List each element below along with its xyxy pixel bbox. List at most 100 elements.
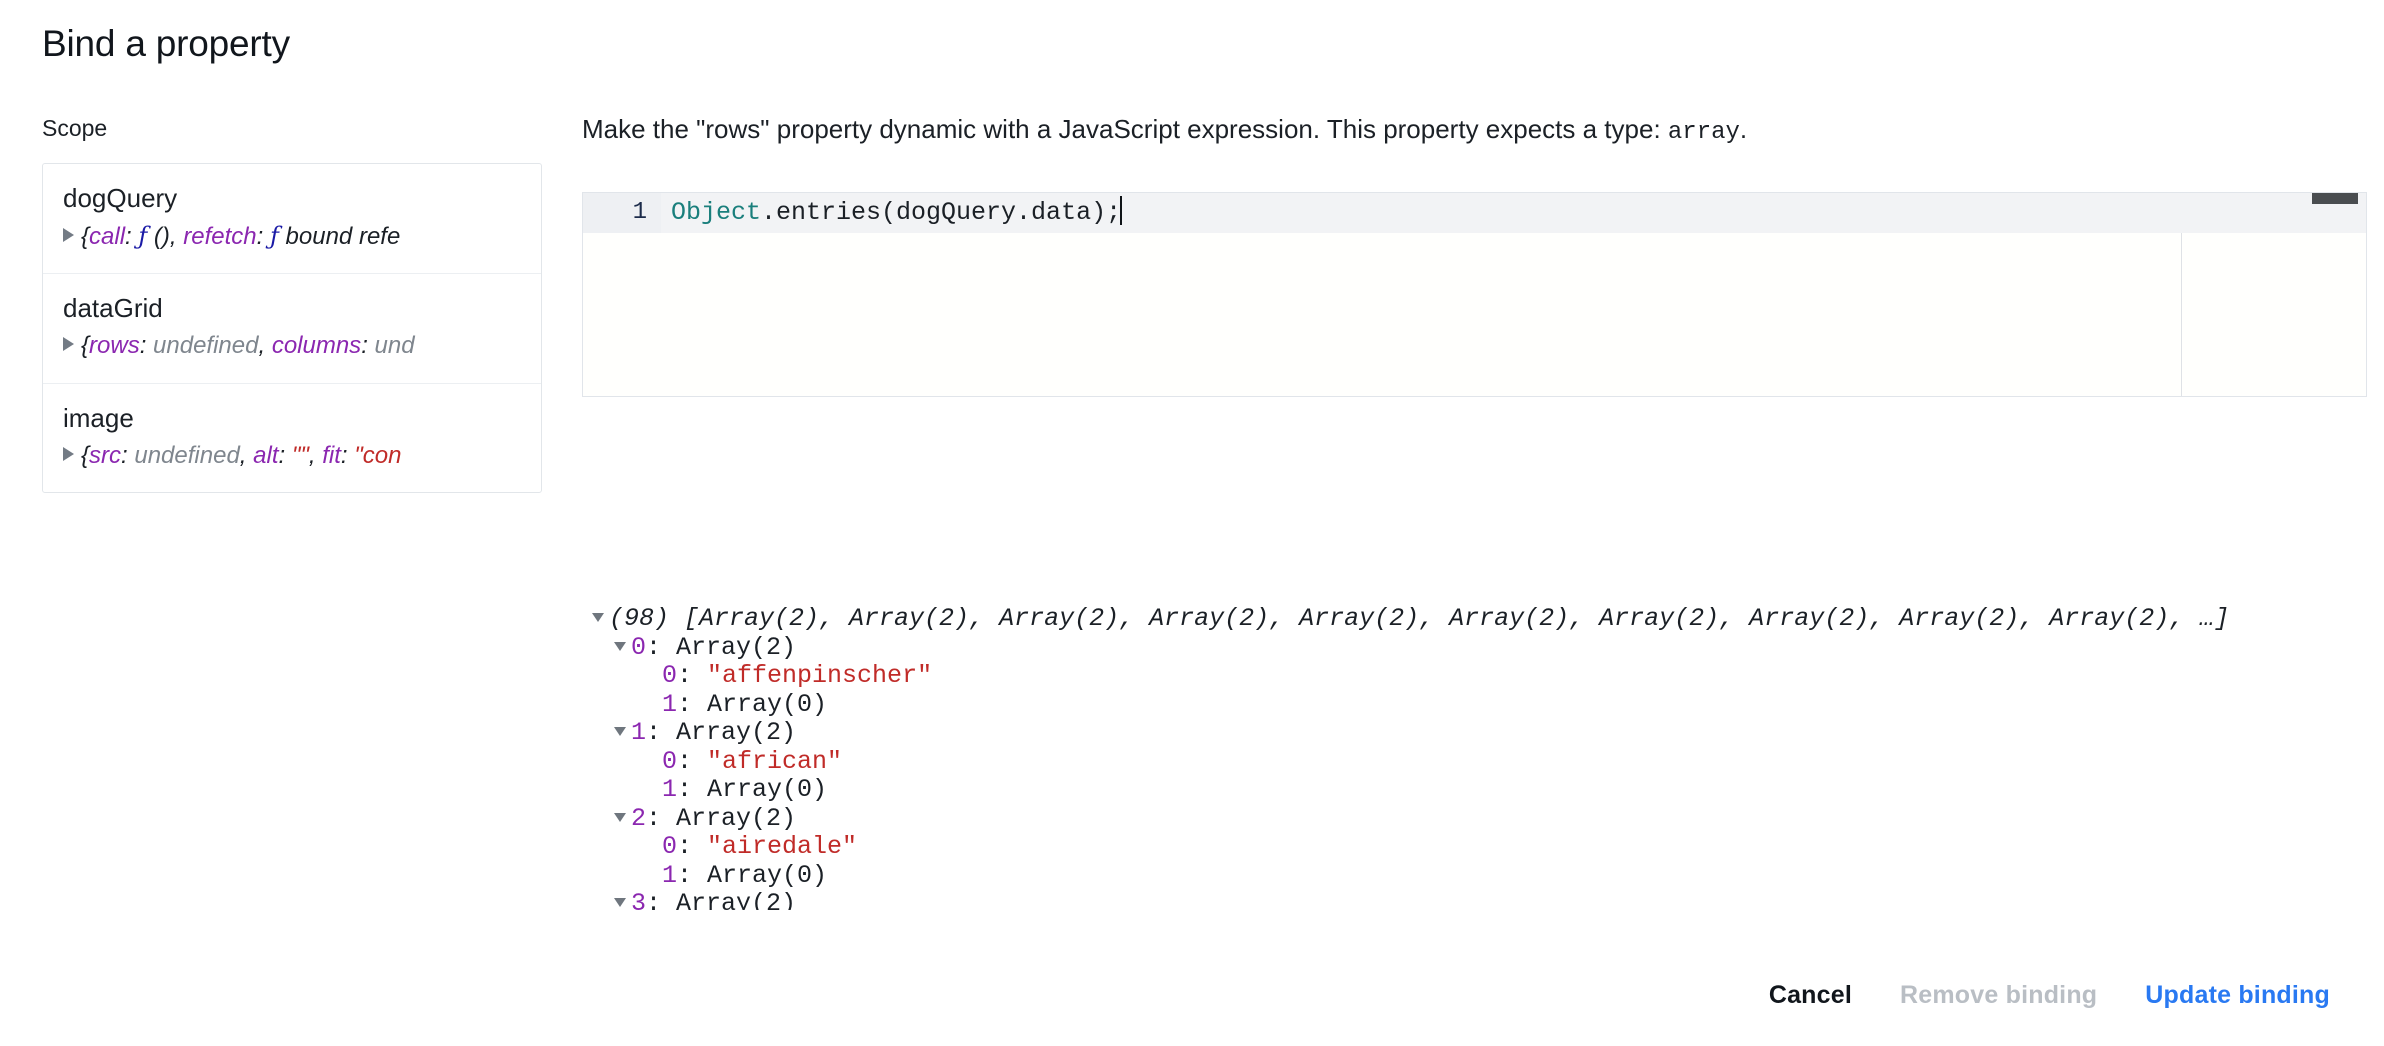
- output-row[interactable]: 1: Array(0): [592, 860, 2364, 891]
- editor-scrollbar-thumb[interactable]: [2312, 193, 2358, 204]
- output-text: : Array(0): [677, 689, 828, 719]
- scope-panel: dogQuery {call: ƒ (), refetch: ƒ bound re…: [42, 162, 542, 494]
- scope-section: Scope dogQuery {call: ƒ (), refetch: ƒ bo…: [42, 115, 542, 494]
- expand-triangle-icon[interactable]: [63, 446, 74, 461]
- scope-item-name: image: [63, 402, 134, 433]
- scope-preview-token: (),: [147, 222, 184, 250]
- scope-preview-token: {: [81, 222, 90, 250]
- scope-preview-token: alt: [253, 441, 279, 469]
- output-row[interactable]: 3: Array(2): [592, 889, 2364, 910]
- editor-active-line[interactable]: 1 Object.entries(dogQuery.data);: [583, 193, 2366, 233]
- scope-preview-token: undefined: [134, 441, 240, 469]
- code-input[interactable]: Object.entries(dogQuery.data);: [661, 193, 2366, 233]
- scope-preview-token: refetch: [183, 222, 257, 250]
- scope-item[interactable]: dogQuery {call: ƒ (), refetch: ƒ bound re…: [43, 164, 541, 275]
- output-row[interactable]: 0: "airedale": [592, 832, 2364, 862]
- code-token-object: Object: [671, 198, 762, 227]
- collapse-triangle-icon[interactable]: [614, 641, 626, 651]
- scope-item-preview: {src: undefined, alt: "", fit: "con: [63, 440, 541, 472]
- scope-preview-token: :: [121, 441, 135, 469]
- output-text: : Array(2): [646, 632, 797, 662]
- scope-preview-token: "": [291, 441, 309, 469]
- output-text: : Array(2): [646, 889, 797, 910]
- output-row[interactable]: 0: "affenpinscher": [592, 661, 2364, 691]
- output-string-value: "airedale": [707, 832, 858, 861]
- editor-ruler: [2181, 233, 2182, 396]
- collapse-triangle-icon[interactable]: [614, 812, 626, 822]
- scope-preview-token: ,: [308, 441, 323, 469]
- property-description: Make the "rows" property dynamic with a …: [582, 112, 2384, 149]
- code-token-rest: .entries(dogQuery.data);: [761, 198, 1122, 227]
- output-index: 2: [631, 803, 647, 833]
- text-caret: [1120, 196, 1123, 225]
- code-line-text: Object.entries(dogQuery.data);: [671, 198, 1121, 227]
- code-editor[interactable]: 1 Object.entries(dogQuery.data);: [582, 192, 2367, 397]
- output-index: 1: [662, 689, 678, 719]
- output-text: :: [677, 661, 708, 690]
- output-row[interactable]: 0: Array(2): [592, 632, 2364, 663]
- output-text: : Array(0): [677, 860, 828, 890]
- scope-item-preview: {rows: undefined, columns: und: [63, 330, 541, 362]
- output-text: : Array(0): [677, 775, 828, 804]
- scope-preview-token: {: [81, 441, 90, 469]
- line-number: 1: [583, 193, 661, 233]
- expand-triangle-icon[interactable]: [63, 227, 74, 242]
- output-text: :: [677, 746, 708, 776]
- scope-preview-token: :: [256, 222, 270, 250]
- expression-output-preview[interactable]: (98) [Array(2), Array(2), Array(2), Arra…: [592, 605, 2364, 910]
- output-index: 0: [662, 661, 678, 690]
- collapse-triangle-icon[interactable]: [592, 613, 604, 622]
- expand-triangle-icon[interactable]: [63, 337, 74, 352]
- output-index: 3: [631, 889, 647, 910]
- update-binding-button[interactable]: Update binding: [2121, 967, 2354, 1024]
- scope-item[interactable]: dataGrid {rows: undefined, columns: und: [43, 274, 541, 384]
- output-text: : Array(2): [646, 803, 797, 833]
- scope-preview-token: :: [139, 332, 154, 360]
- scope-preview-token: :: [340, 441, 355, 469]
- output-row[interactable]: 1: Array(2): [592, 718, 2364, 748]
- output-index: 1: [662, 860, 678, 890]
- scope-preview-token: undefined: [153, 332, 259, 360]
- collapse-triangle-icon[interactable]: [614, 898, 626, 907]
- dialog-actions: Cancel Remove binding Update binding: [1745, 967, 2354, 1024]
- scope-preview-token: ƒ: [269, 221, 279, 250]
- scope-item-name: dogQuery: [63, 182, 178, 213]
- property-description-suffix: .: [1739, 114, 1748, 144]
- cancel-button[interactable]: Cancel: [1745, 967, 1876, 1024]
- collapse-triangle-icon[interactable]: [614, 727, 626, 736]
- output-index: 0: [662, 832, 678, 861]
- scope-preview-token: ,: [239, 441, 254, 469]
- output-row[interactable]: 1: Array(0): [592, 775, 2364, 805]
- scope-preview-token: ƒ: [138, 221, 148, 250]
- output-summary-text: (98) [Array(2), Array(2), Array(2), Arra…: [609, 605, 2230, 633]
- scope-preview-token: rows: [89, 332, 140, 360]
- remove-binding-button[interactable]: Remove binding: [1876, 967, 2121, 1024]
- scope-preview-token: und: [374, 332, 415, 360]
- property-description-prefix: Make the "rows" property dynamic with a …: [582, 114, 1668, 144]
- output-index: 1: [662, 775, 678, 804]
- property-description-area: Make the "rows" property dynamic with a …: [582, 112, 2384, 149]
- output-row[interactable]: (98) [Array(2), Array(2), Array(2), Arra…: [592, 605, 2364, 634]
- scope-preview-token: src: [89, 441, 122, 469]
- scope-item-name: dataGrid: [63, 293, 163, 324]
- output-string-value: "african": [707, 746, 843, 776]
- scope-preview-token: fit: [322, 441, 341, 469]
- output-text: : Array(2): [646, 718, 797, 747]
- page-title: Bind a property: [42, 23, 290, 64]
- scope-preview-token: call: [89, 222, 126, 250]
- scope-preview-token: columns: [271, 332, 362, 360]
- output-row[interactable]: 0: "african": [592, 746, 2364, 777]
- output-text: :: [677, 832, 708, 861]
- output-index: 0: [631, 632, 647, 662]
- scope-item[interactable]: image {src: undefined, alt: "", fit: "con: [43, 384, 541, 492]
- scope-preview-token: :: [361, 332, 375, 360]
- scope-preview-token: :: [125, 222, 139, 250]
- scope-preview-token: {: [81, 332, 90, 360]
- output-row[interactable]: 1: Array(0): [592, 689, 2364, 720]
- scope-preview-token: :: [278, 441, 292, 469]
- editor-body[interactable]: [583, 233, 2366, 396]
- scope-item-preview: {call: ƒ (), refetch: ƒ bound refe: [63, 220, 541, 253]
- output-index: 1: [631, 718, 647, 747]
- output-row[interactable]: 2: Array(2): [592, 803, 2364, 834]
- property-type-code: array: [1667, 119, 1740, 146]
